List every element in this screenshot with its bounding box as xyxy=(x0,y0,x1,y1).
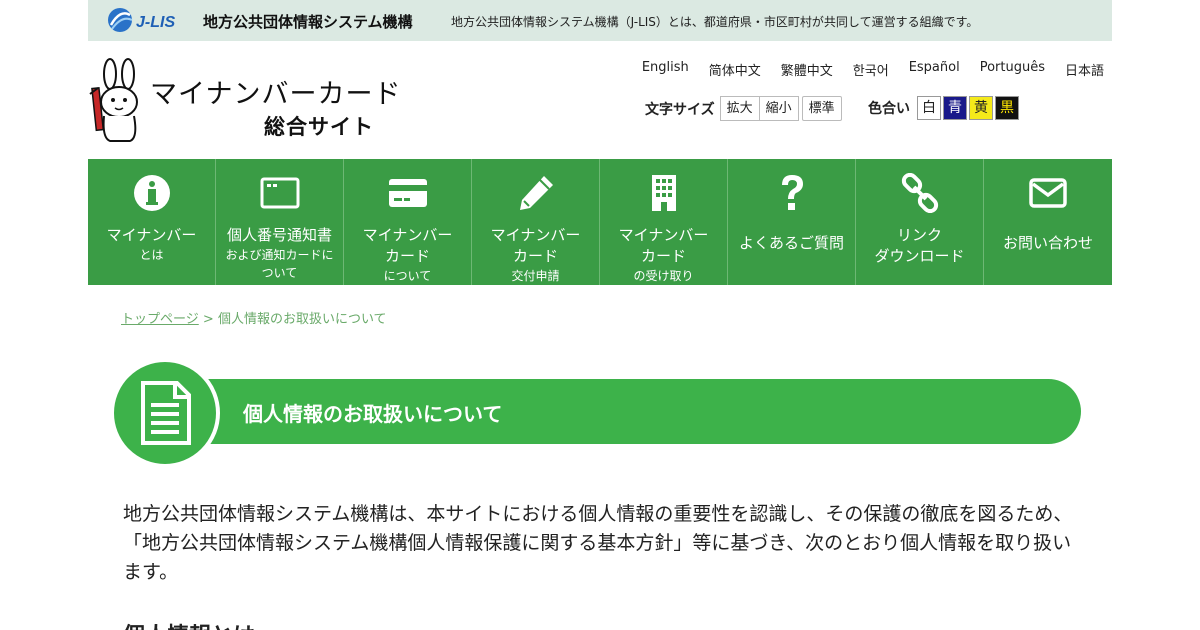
nav-label-2: カード xyxy=(512,247,558,265)
nav-item-about-mynumber[interactable]: マイナンバー とは xyxy=(88,159,216,285)
nav-item-contact[interactable]: お問い合わせ xyxy=(984,159,1112,285)
card-outline-icon xyxy=(260,177,300,209)
info-icon xyxy=(134,175,170,211)
envelope-icon xyxy=(1029,178,1067,208)
font-shrink-button[interactable]: 縮小 xyxy=(759,96,799,121)
lang-spanish[interactable]: Español xyxy=(909,60,960,79)
font-enlarge-button[interactable]: 拡大 xyxy=(719,96,760,121)
lang-traditional-chinese[interactable]: 繁體中文 xyxy=(781,60,833,79)
site-title: マイナンバーカード xyxy=(150,79,402,110)
global-nav: マイナンバー とは 個人番号通知書 および通知カードについて マイナンバー カー… xyxy=(88,159,1112,285)
language-links: English 简体中文 繁體中文 한국어 Español Português … xyxy=(622,60,1104,79)
nav-sublabel: の受け取り xyxy=(633,269,694,283)
lang-simplified-chinese[interactable]: 简体中文 xyxy=(709,60,761,79)
nav-label: マイナンバー xyxy=(490,226,581,244)
nav-label: お問い合わせ xyxy=(1002,234,1093,252)
link-icon xyxy=(901,173,939,213)
section-heading: 個人情報とは xyxy=(123,618,255,630)
color-scheme-controls: 色合い 白 青 黄 黒 xyxy=(868,96,1019,120)
nav-item-links-download[interactable]: リンク ダウンロード xyxy=(856,159,984,285)
breadcrumb: トップページ > 個人情報のお取扱いについて xyxy=(121,308,387,327)
jlis-logo[interactable]: J-LIS xyxy=(106,5,196,35)
lang-korean[interactable]: 한국어 xyxy=(853,60,889,79)
org-description: 地方公共団体情報システム機構（J-LIS）とは、都道府県・市区町村が共同して運営… xyxy=(451,15,979,29)
nav-label: マイナンバー xyxy=(362,226,453,244)
page-title-badge xyxy=(110,358,220,468)
color-yellow-button[interactable]: 黄 xyxy=(969,96,993,120)
page-title: 個人情報のお取扱いについて xyxy=(243,402,503,426)
question-icon xyxy=(782,175,803,210)
color-black-button[interactable]: 黒 xyxy=(995,96,1019,120)
nav-label: よくあるご質問 xyxy=(738,234,844,252)
nav-label: マイナンバー xyxy=(106,226,197,244)
color-scheme-label: 色合い xyxy=(868,101,910,117)
org-name: 地方公共団体情報システム機構 xyxy=(203,13,413,31)
lang-portuguese[interactable]: Português xyxy=(980,60,1045,79)
org-bar: J-LIS 地方公共団体情報システム機構 ： 地方公共団体情報システム機構（J-… xyxy=(88,0,1112,41)
nav-sublabel: および通知カードについて xyxy=(225,248,334,280)
lang-english[interactable]: English xyxy=(642,60,689,79)
nav-sublabel: について xyxy=(383,269,432,283)
nav-label-2: カード xyxy=(384,247,430,265)
svg-text:J-LIS: J-LIS xyxy=(136,14,175,31)
document-icon xyxy=(141,381,191,445)
building-icon xyxy=(652,175,676,211)
pencil-icon xyxy=(520,176,553,210)
lang-japanese[interactable]: 日本語 xyxy=(1065,60,1104,79)
breadcrumb-current: 個人情報のお取扱いについて xyxy=(217,312,387,327)
nav-label: リンク xyxy=(896,226,942,244)
nav-item-card-about[interactable]: マイナンバー カード について xyxy=(344,159,472,285)
nav-label: 個人番号通知書 xyxy=(226,226,332,244)
color-blue-button[interactable]: 青 xyxy=(943,96,967,120)
nav-item-card-receive[interactable]: マイナンバー カード の受け取り xyxy=(600,159,728,285)
font-size-label: 文字サイズ xyxy=(645,101,715,118)
nav-sublabel: とは xyxy=(139,248,164,262)
nav-label-2: カード xyxy=(640,247,686,265)
font-standard-button[interactable]: 標準 xyxy=(801,96,842,121)
nav-sublabel: 交付申請 xyxy=(511,269,560,283)
site-subtitle: 総合サイト xyxy=(264,115,374,139)
color-white-button[interactable]: 白 xyxy=(917,96,941,120)
font-size-controls: 文字サイズ 拡大 縮小 標準 xyxy=(645,96,842,121)
nav-label: マイナンバー xyxy=(618,226,709,244)
intro-text: 地方公共団体情報システム機構は、本サイトにおける個人情報の重要性を認識し、その保… xyxy=(123,503,1073,583)
nav-item-card-apply[interactable]: マイナンバー カード 交付申請 xyxy=(472,159,600,285)
credit-card-icon xyxy=(389,179,427,207)
breadcrumb-home-link[interactable]: トップページ xyxy=(121,312,199,327)
breadcrumb-separator: > xyxy=(202,312,214,327)
nav-item-notification[interactable]: 個人番号通知書 および通知カードについて xyxy=(216,159,344,285)
nav-label-2: ダウンロード xyxy=(874,247,965,265)
nav-item-faq[interactable]: よくあるご質問 xyxy=(728,159,856,285)
